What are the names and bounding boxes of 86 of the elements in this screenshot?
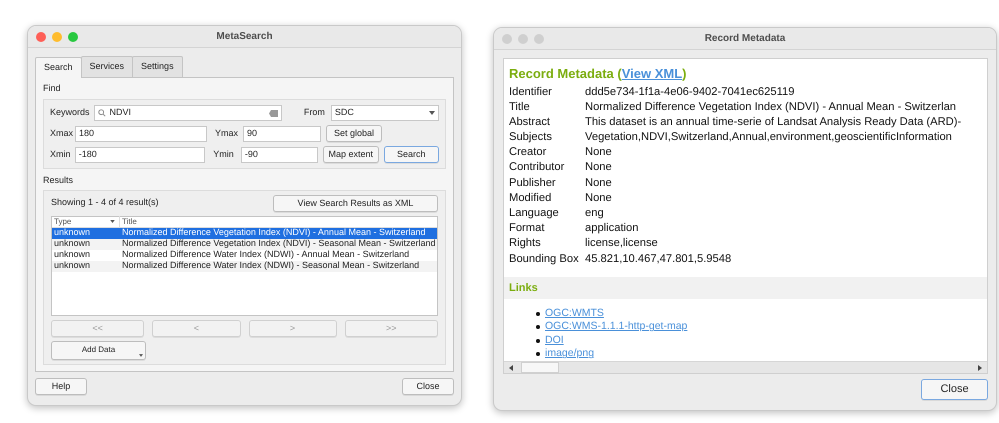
field-value: None xyxy=(585,176,612,190)
field-label: Rights xyxy=(509,236,542,251)
field-label: From xyxy=(304,106,325,120)
window-title: Record Metadata xyxy=(704,32,786,46)
window-title: MetaSearch xyxy=(216,30,273,44)
column-header[interactable]: Type xyxy=(54,216,72,228)
scroll-right-icon[interactable] xyxy=(978,364,982,370)
field-value: Vegetation,NDVI,Switzerland,Annual,environment,geoscientificInformation xyxy=(585,130,952,144)
table-row[interactable]: unknown Normalized Difference Vegetation Index (NDVI) - Seasonal Mean - Switzerland xyxy=(52,238,437,250)
section-label: Results xyxy=(43,174,74,187)
table-cell-text: unknown xyxy=(53,259,92,272)
sort-icon[interactable] xyxy=(110,220,115,223)
scroll-left-icon[interactable] xyxy=(509,364,513,370)
field-label: Format xyxy=(509,221,546,236)
window-control-icon[interactable] xyxy=(68,32,78,42)
caret-icon xyxy=(429,111,435,115)
table-row[interactable]: unknown Normalized Difference Vegetation Index (NDVI) - Annual Mean - Switzerland xyxy=(52,228,437,238)
source-dropdown[interactable]: SDC xyxy=(330,105,439,121)
field-label: Identifier xyxy=(509,84,553,99)
table-cell-text: unknown xyxy=(53,248,92,262)
field-value: eng xyxy=(585,206,604,220)
section-label: Find xyxy=(43,82,62,94)
tab[interactable]: Services xyxy=(80,56,134,76)
result-count: Showing 1 - 4 of 4 result(s) xyxy=(51,196,159,210)
field-value: This dataset is an annual time-serie of Landsat Analysis Ready Data (ARD)- xyxy=(585,114,962,130)
field-label: Language xyxy=(509,206,560,220)
table-row[interactable]: unknown Normalized Difference Water Index (NDWI) - Seasonal Mean - Switzerland xyxy=(52,260,437,272)
clear-icon[interactable] xyxy=(268,110,278,116)
field-label: Creator xyxy=(509,145,548,160)
bullet-icon xyxy=(536,312,540,316)
close-button[interactable]: Close xyxy=(921,379,988,400)
bullet-icon xyxy=(536,325,540,330)
tab[interactable]: Search xyxy=(35,57,82,78)
window-control-icon[interactable] xyxy=(52,32,62,42)
coordinate-field[interactable]: -180 xyxy=(74,146,206,162)
field-label: Modified xyxy=(509,190,552,205)
section-label: Links xyxy=(504,276,987,299)
field-label: Ymax xyxy=(215,126,240,140)
field-label: Bounding Box xyxy=(509,252,580,266)
dialog-button[interactable]: Close xyxy=(402,378,454,394)
field-value: application xyxy=(585,221,638,236)
table-cell-text: unknown xyxy=(53,237,92,250)
field-label: Xmax xyxy=(50,126,74,140)
view-xml-button[interactable]: View Search Results as XML xyxy=(273,194,438,212)
horizontal-scrollbar[interactable] xyxy=(504,361,987,373)
field-value: None xyxy=(585,190,612,205)
metadata-heading: Record Metadata (View XML) xyxy=(508,65,688,83)
action-button[interactable]: Search xyxy=(384,146,439,163)
caret-icon xyxy=(139,354,143,356)
field-label: Keywords xyxy=(50,106,90,120)
field-value: license,license xyxy=(585,236,658,251)
field-value: ddd5e734-1f1a-4e06-9402-7041ec625119 xyxy=(585,84,794,99)
field-label: Abstract xyxy=(509,114,552,130)
window-control-icon[interactable] xyxy=(534,34,544,44)
table-cell-text: Normalized Difference Vegetation Index (NDVI) - Annual Mean - Switzerland xyxy=(121,226,426,240)
field-label: Contributor xyxy=(509,160,566,175)
add-data-button[interactable]: Add Data xyxy=(51,340,146,360)
window-control-icon[interactable] xyxy=(502,34,512,44)
coordinate-field[interactable]: 90 xyxy=(243,126,321,142)
table-cell-text: Normalized Difference Water Index (NDWI) - Annual Mean - Switzerland xyxy=(121,248,410,262)
keywords-field[interactable]: NDVI xyxy=(94,105,282,121)
search-icon xyxy=(98,109,106,117)
table-row[interactable]: unknown Normalized Difference Water Index (NDWI) - Annual Mean - Switzerland xyxy=(52,250,437,260)
field-label: Subjects xyxy=(509,130,553,144)
bullet-icon xyxy=(536,352,540,356)
field-value: None xyxy=(585,160,612,175)
dialog-button[interactable]: Help xyxy=(35,378,87,394)
coordinate-field[interactable]: -90 xyxy=(240,146,318,162)
action-button[interactable]: Map extent xyxy=(323,146,379,163)
field-label: Title xyxy=(509,100,531,114)
field-value: None xyxy=(585,145,612,160)
field-label: Xmin xyxy=(50,148,72,161)
field-value: Normalized Difference Vegetation Index (NDVI) - Annual Mean - Switzerlan xyxy=(585,100,956,114)
action-button[interactable]: Set global xyxy=(326,125,382,142)
tab[interactable]: Settings xyxy=(132,56,183,76)
scrollbar-thumb[interactable] xyxy=(521,362,559,373)
window-control-icon[interactable] xyxy=(518,34,528,44)
field-value: 45.821,10.467,47.801,5.9548 xyxy=(585,252,732,266)
bullet-icon xyxy=(536,338,540,343)
table-cell-text: Normalized Difference Water Index (NDWI) - Seasonal Mean - Switzerland xyxy=(121,259,420,272)
field-label: Publisher xyxy=(509,176,557,190)
window-control-icon[interactable] xyxy=(36,32,46,42)
coordinate-field[interactable]: 180 xyxy=(75,126,207,142)
table-cell-text: Normalized Difference Vegetation Index (NDVI) - Seasonal Mean - Switzerland xyxy=(121,237,436,250)
table-cell-text: unknown xyxy=(53,226,92,240)
field-label: Ymin xyxy=(213,148,235,161)
